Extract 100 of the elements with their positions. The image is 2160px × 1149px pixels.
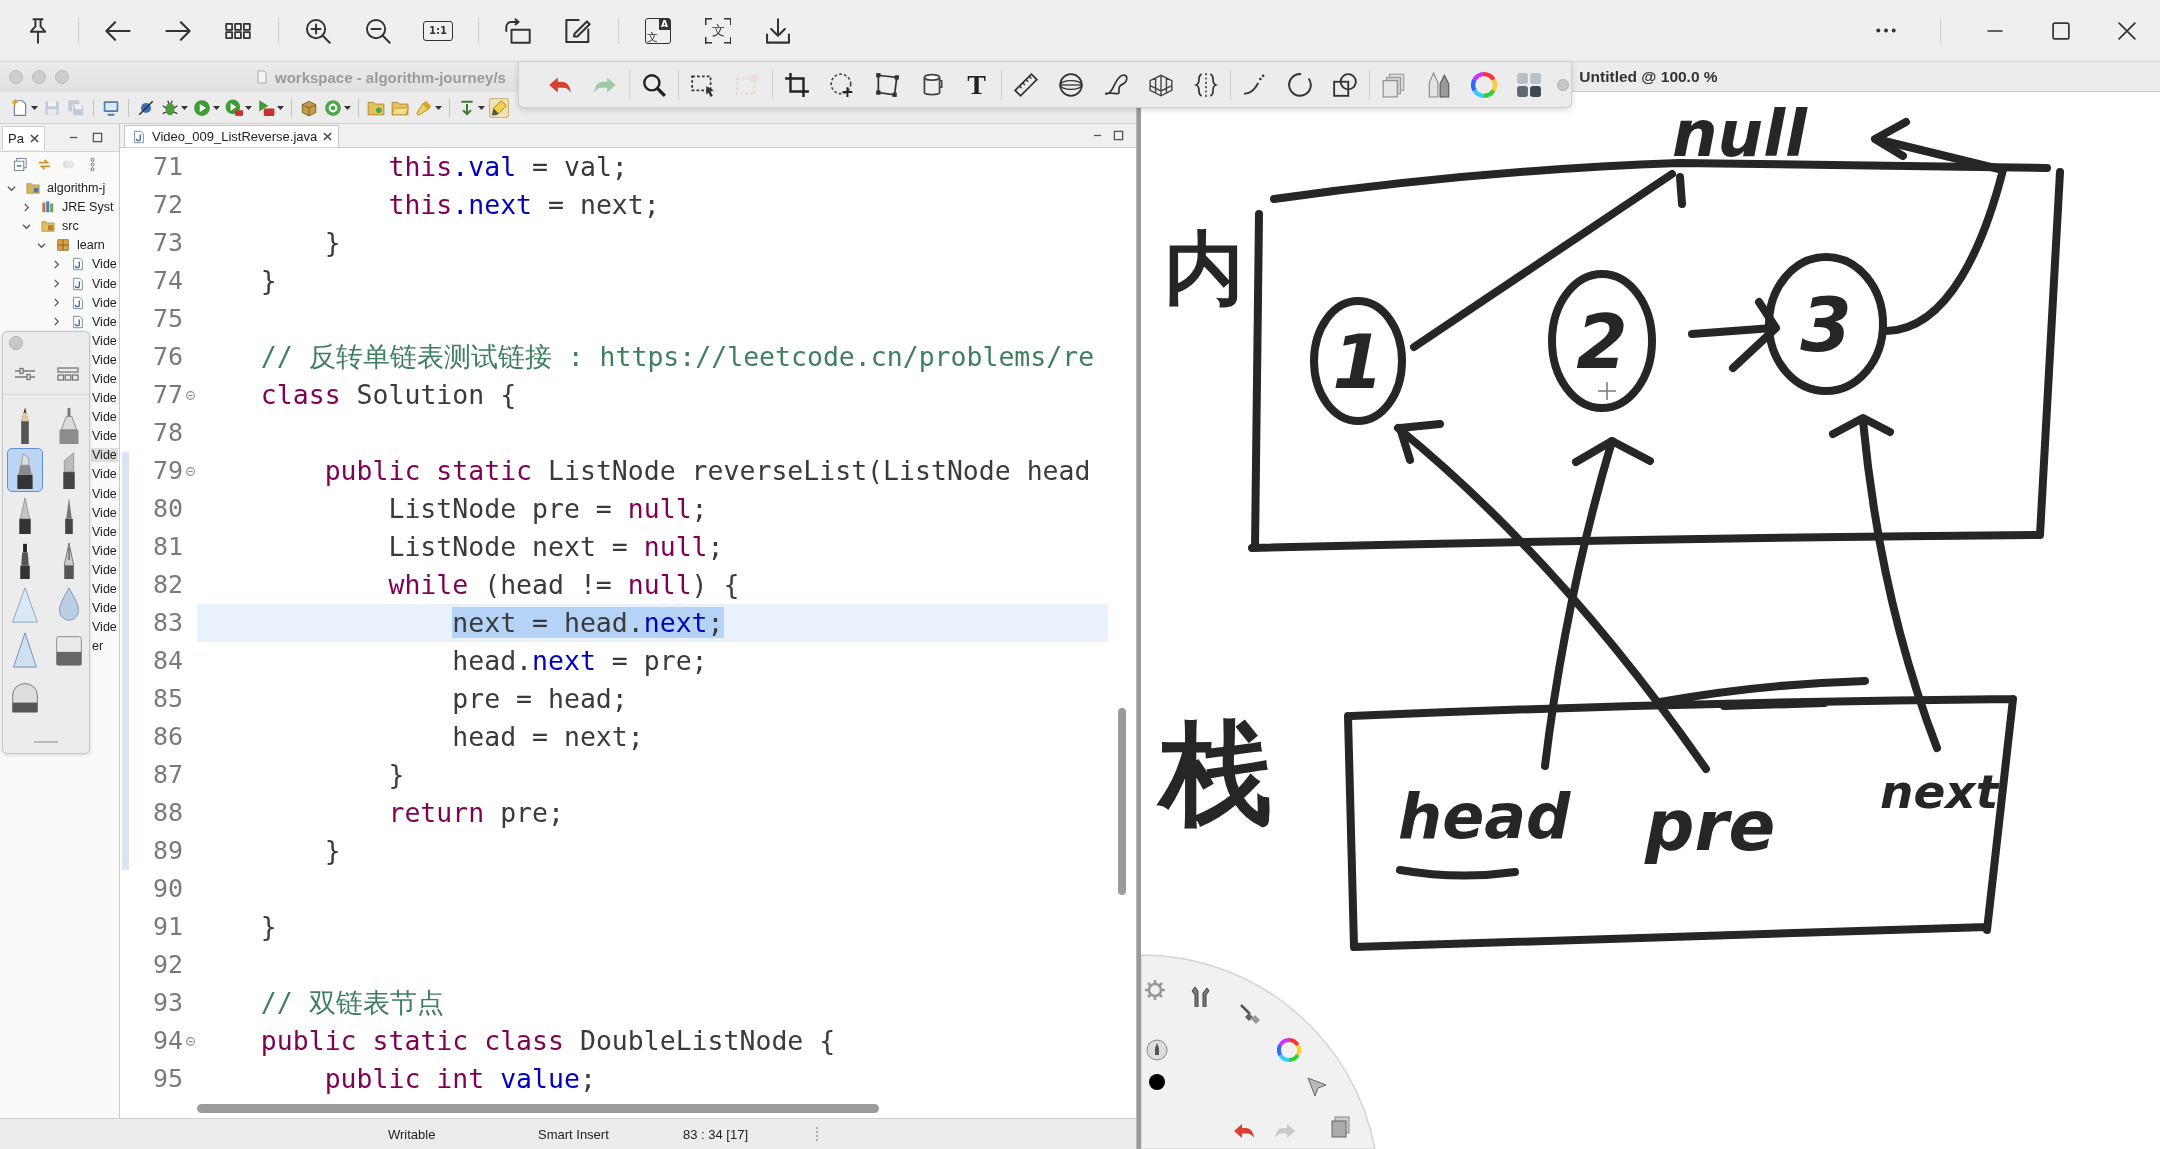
java-file-icon [70,314,85,329]
tree-item[interactable]: Vide [91,429,118,444]
close-dot-button[interactable] [9,336,23,350]
tree-item[interactable]: learn [76,238,106,253]
ellipse-guide-icon[interactable] [1057,71,1084,98]
line-number: 84 [122,642,184,680]
caret-icon[interactable] [277,105,284,110]
code-line: // 反转单链表测试链接 : https://leetcode.cn/problems/re [259,340,1096,374]
tree-item[interactable]: Vide [91,448,118,463]
stacked-pages-icon[interactable] [1329,1115,1353,1139]
tree-item[interactable]: Vide [91,295,118,310]
crop-icon[interactable] [783,71,810,98]
scrollbar-thumb[interactable] [1118,708,1126,895]
tree-item[interactable]: Vide [91,524,118,539]
play-toolbox-icon[interactable] [256,97,276,118]
java-file-icon [132,129,146,144]
symmetry-icon[interactable] [1192,71,1219,98]
tree-item[interactable]: Vide [91,562,118,577]
fold-icon[interactable] [186,1036,195,1046]
highlighter-icon[interactable] [489,97,509,118]
tree-item[interactable]: Vide [91,486,118,501]
brush-size-icon[interactable] [1145,1038,1169,1062]
caret-icon[interactable] [31,105,38,110]
caret-icon[interactable] [478,105,485,110]
close-dot-button[interactable] [1557,78,1569,91]
stacked-pages-icon[interactable] [1380,71,1407,98]
caret-icon[interactable] [344,105,351,110]
null-label: null [1672,97,1807,171]
scrollbar-thumb[interactable] [197,1103,879,1113]
ruler-icon[interactable] [1012,71,1039,98]
collapse-all-icon[interactable] [13,156,28,172]
fold-icon[interactable] [186,390,195,400]
sliders-icon[interactable] [13,367,36,381]
tree-item[interactable]: JRE Syst [61,200,115,215]
color-wheel-icon[interactable] [1470,71,1497,98]
tree-item[interactable]: Vide [91,257,118,272]
tree-item[interactable]: Vide [91,601,118,616]
tree-item[interactable]: Vide [91,314,118,329]
caret-icon[interactable] [213,105,220,110]
tree-item[interactable]: Vide [91,372,118,386]
document-icon [257,70,267,84]
french-curve-icon[interactable] [1102,71,1129,98]
tree-item[interactable]: Vide [91,391,118,406]
play-circle-bar-icon[interactable] [224,97,244,118]
zoom-out-icon[interactable] [365,17,391,44]
text-recognition-button[interactable]: 文 [705,17,731,44]
tree-item[interactable]: Vide [91,467,118,482]
window-dot-button[interactable] [9,70,23,84]
tree-item[interactable]: algorithm-j [46,181,107,196]
tree-item[interactable]: er [91,639,105,654]
close-icon[interactable] [323,132,333,141]
fold-icon[interactable] [186,466,195,476]
window-dot-button[interactable] [55,70,69,84]
download-icon[interactable] [765,17,791,44]
maximize-icon[interactable] [2052,21,2070,40]
tree-item[interactable]: Vide [91,410,118,425]
marker-icon[interactable] [7,447,43,492]
code-line: head = next; [451,720,645,754]
java-file-icon [70,276,85,291]
caret-icon[interactable] [435,105,442,110]
grid-panel-icon[interactable] [56,367,79,381]
close-icon[interactable] [29,133,39,143]
translate-button[interactable]: 文 A [645,17,671,44]
maximize-icon[interactable] [92,132,103,143]
tree-item[interactable]: Vide [91,505,118,520]
package-explorer-tab[interactable]: Pa [2,125,45,150]
more-icon[interactable] [1875,27,1897,34]
tree-item[interactable]: Vide [91,352,118,367]
drawing-canvas[interactable]: 内 栈 null 1 2 3 head pre next [1137,92,2160,1149]
actual-size-button[interactable]: 1:1 [423,20,453,41]
editor-tab[interactable]: Video_009_ListReverse.java [124,125,340,147]
project-folder-icon [25,181,40,196]
window-dot-button[interactable] [32,70,46,84]
distort-quad-icon[interactable] [873,71,900,98]
document-title: Untitled @ 100.0 % [1579,67,1718,86]
color-wheel-icon[interactable] [1277,1038,1301,1062]
swatch-grid-icon[interactable] [1515,71,1542,98]
edit-icon[interactable] [565,17,591,44]
text-tool[interactable]: T [963,69,990,100]
tree-item[interactable]: Vide [91,543,118,558]
caret-icon[interactable] [245,105,252,110]
square-circle-icon[interactable] [1331,71,1358,98]
zoom-in-icon[interactable] [305,17,331,44]
tree-item[interactable]: Vide [91,582,118,596]
tree-item[interactable]: Vide [91,333,118,348]
minimize-icon[interactable] [1986,29,2004,32]
tree-item[interactable]: Vide [91,276,118,291]
tree-item[interactable]: Vide [91,620,118,635]
line-number: 83 [122,604,184,642]
caret-icon[interactable] [181,105,188,110]
paint-brush-icon[interactable] [1238,1002,1262,1026]
circle-outline-icon[interactable] [1286,71,1313,98]
line-number: 71 [151,151,184,183]
rotate-icon[interactable] [505,17,531,44]
maximize-icon[interactable] [1113,130,1124,141]
close-icon[interactable] [2118,21,2136,40]
tree-item[interactable]: src [61,219,80,234]
magnifier-icon[interactable] [640,71,667,98]
cursor-arrow-icon[interactable] [1305,1075,1329,1099]
dashed-circle-move-icon[interactable] [828,71,855,98]
